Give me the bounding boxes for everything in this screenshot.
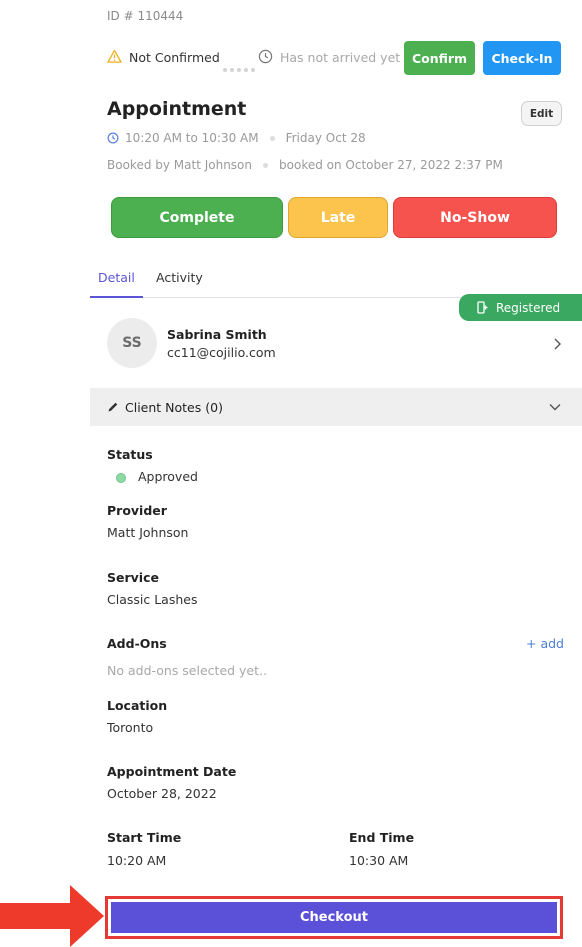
registered-badge[interactable]: Registered	[459, 294, 582, 321]
arrival-status-text: Has not arrived yet	[280, 50, 401, 65]
end-time-label: End Time	[349, 830, 415, 845]
confirm-button[interactable]: Confirm	[404, 41, 475, 75]
provider-value: Matt Johnson	[107, 525, 189, 540]
status-value: Approved	[138, 469, 198, 484]
client-email: cc11@cojilio.com	[167, 345, 276, 360]
client-notes-accordion[interactable]: Client Notes (0)	[90, 388, 582, 426]
registered-icon	[477, 301, 488, 314]
client-notes-label: Client Notes (0)	[125, 400, 223, 415]
check-in-button[interactable]: Check-In	[483, 41, 561, 75]
status-row: Not Confirmed Has not arrived yet Confir…	[107, 40, 562, 76]
add-addon-link[interactable]: + add	[526, 636, 564, 651]
addons-empty-text: No add-ons selected yet..	[107, 663, 267, 678]
chevron-right-icon[interactable]	[552, 337, 562, 351]
appointment-date-value: October 28, 2022	[107, 786, 217, 801]
tab-detail[interactable]: Detail	[98, 270, 135, 285]
start-time-value: 10:20 AM	[107, 853, 167, 868]
checkout-button[interactable]: Checkout	[111, 902, 557, 933]
appointment-id: ID # 110444	[107, 9, 184, 23]
start-time-label: Start Time	[107, 830, 182, 845]
active-tab-indicator	[90, 296, 143, 298]
clock-icon	[258, 49, 273, 64]
pencil-icon	[108, 402, 118, 412]
complete-button[interactable]: Complete	[111, 197, 283, 238]
addons-label: Add-Ons	[107, 636, 167, 651]
page-title: Appointment	[107, 98, 247, 120]
chevron-down-icon[interactable]	[549, 402, 561, 412]
appointment-time-row: 10:20 AM to 10:30 AM Friday Oct 28	[107, 131, 366, 145]
clock-icon	[107, 132, 119, 144]
booked-row: Booked by Matt Johnson booked on October…	[107, 158, 503, 172]
provider-label: Provider	[107, 503, 167, 518]
no-show-button[interactable]: No-Show	[393, 197, 557, 238]
warning-icon	[107, 49, 122, 63]
arrow-right-icon	[0, 885, 104, 947]
checkout-highlight: Checkout	[105, 896, 563, 939]
booked-on: booked on October 27, 2022 2:37 PM	[279, 158, 503, 172]
tab-bar: Detail Activity	[90, 262, 582, 298]
service-label: Service	[107, 570, 159, 585]
location-label: Location	[107, 698, 168, 713]
client-name[interactable]: Sabrina Smith	[167, 327, 267, 342]
tab-activity[interactable]: Activity	[156, 270, 203, 285]
service-value: Classic Lashes	[107, 592, 198, 607]
booked-by: Booked by Matt Johnson	[107, 158, 253, 172]
confirm-status-text: Not Confirmed	[129, 50, 220, 65]
appointment-day: Friday Oct 28	[285, 131, 366, 145]
registered-label: Registered	[496, 300, 561, 315]
status-label: Status	[107, 447, 153, 462]
end-time-value: 10:30 AM	[349, 853, 409, 868]
late-button[interactable]: Late	[288, 197, 388, 238]
appointment-date-label: Appointment Date	[107, 764, 237, 779]
avatar: SS	[107, 318, 157, 368]
progress-dots	[223, 57, 258, 76]
status-indicator-dot	[116, 473, 126, 483]
time-range: 10:20 AM to 10:30 AM	[125, 131, 259, 145]
edit-button[interactable]: Edit	[521, 101, 562, 126]
location-value: Toronto	[107, 720, 154, 735]
